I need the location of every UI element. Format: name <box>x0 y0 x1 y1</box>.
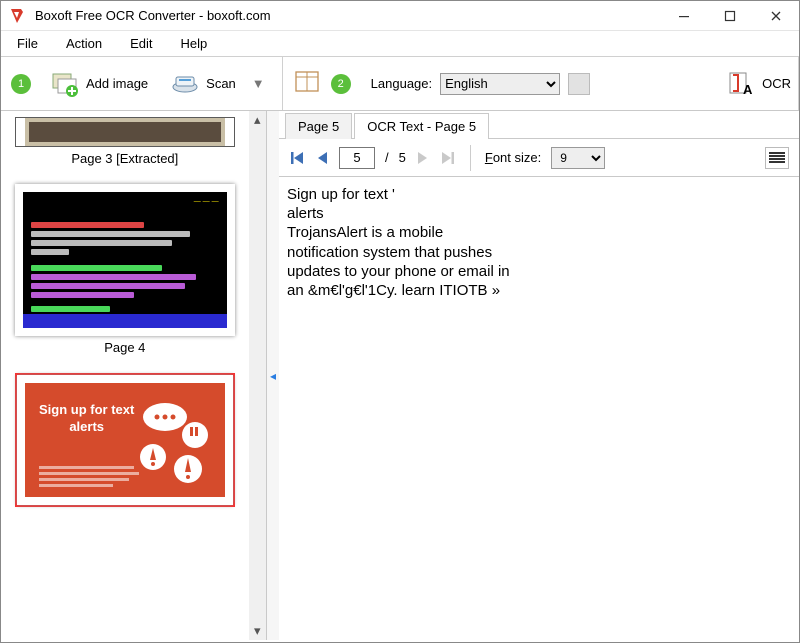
scroll-down-icon[interactable]: ▾ <box>249 622 266 640</box>
ocr-button[interactable]: A OCR <box>719 65 798 103</box>
first-page-button[interactable] <box>289 150 305 166</box>
ocr-icon: A <box>726 69 756 99</box>
tab-page[interactable]: Page 5 <box>285 113 352 139</box>
maximize-button[interactable] <box>707 1 753 31</box>
window-titlebar: Boxoft Free OCR Converter - boxoft.com <box>1 1 799 31</box>
language-options-button[interactable] <box>568 73 590 95</box>
toolbar-group-lang: 2 Language: English A OCR <box>283 57 799 110</box>
language-select[interactable]: English <box>440 73 560 95</box>
step1-badge: 1 <box>11 74 31 94</box>
ocr-label: OCR <box>762 76 791 91</box>
thumbnail-panel: Page 3 [Extracted] — — — <box>1 111 267 640</box>
window-title: Boxoft Free OCR Converter - boxoft.com <box>35 8 661 23</box>
tab-ocr-text[interactable]: OCR Text - Page 5 <box>354 113 489 139</box>
minimize-button[interactable] <box>661 1 707 31</box>
content-tabs: Page 5 OCR Text - Page 5 <box>279 111 799 139</box>
scan-dropdown-icon[interactable]: ▼ <box>252 76 265 91</box>
panel-collapse-handle[interactable]: ◂ <box>267 111 279 640</box>
speech-bubbles-icon <box>133 397 213 490</box>
last-page-button[interactable] <box>440 150 456 166</box>
menu-bar: File Action Edit Help <box>1 31 799 57</box>
thumbnail-page-3[interactable]: Page 3 [Extracted] <box>1 111 249 178</box>
app-icon <box>7 6 27 26</box>
layout-icon[interactable] <box>293 68 323 99</box>
collapse-left-icon: ◂ <box>270 369 276 383</box>
menu-edit[interactable]: Edit <box>122 34 160 53</box>
font-size-select[interactable]: 9 <box>551 147 605 169</box>
thumbnail-page-5[interactable]: Sign up for textalerts <box>1 367 249 509</box>
scanner-icon <box>170 69 200 99</box>
add-image-button[interactable]: Add image <box>43 65 155 103</box>
page3-thumb-image <box>25 118 225 146</box>
toolbar: 1 Add image Scan ▼ 2 Language: English <box>1 57 799 111</box>
page3-caption: Page 3 [Extracted] <box>15 147 235 176</box>
prev-page-button[interactable] <box>315 150 329 166</box>
page5-thumb-image: Sign up for textalerts <box>17 375 233 505</box>
align-button[interactable] <box>765 147 789 169</box>
page-total: 5 <box>399 150 406 165</box>
menu-help[interactable]: Help <box>173 34 216 53</box>
pager-bar: / 5 Font size: 9 <box>279 139 799 177</box>
svg-text:A: A <box>743 82 753 97</box>
step2-badge: 2 <box>331 74 351 94</box>
add-image-label: Add image <box>86 76 148 91</box>
toolbar-group-input: 1 Add image Scan ▼ <box>1 57 283 110</box>
next-page-button[interactable] <box>416 150 430 166</box>
scan-button[interactable]: Scan ▼ <box>163 65 272 103</box>
thumbnail-scrollbar[interactable]: ▴ ▾ <box>249 111 266 640</box>
add-image-icon <box>50 69 80 99</box>
scroll-up-icon[interactable]: ▴ <box>249 111 266 129</box>
language-label: Language: <box>371 76 432 91</box>
menu-file[interactable]: File <box>9 34 46 53</box>
page-number-input[interactable] <box>339 147 375 169</box>
scan-label: Scan <box>206 76 236 91</box>
ocr-text-area[interactable]: Sign up for text ' alerts TrojansAlert i… <box>279 177 799 640</box>
page4-thumb-image: — — — <box>15 184 235 336</box>
font-size-label: Font size: <box>485 150 541 165</box>
ocr-text-area-wrap: Sign up for text ' alerts TrojansAlert i… <box>279 177 799 640</box>
page4-caption: Page 4 <box>15 336 235 365</box>
content-panel: Page 5 OCR Text - Page 5 / 5 Font size: … <box>279 111 799 640</box>
close-button[interactable] <box>753 1 799 31</box>
page-sep: / <box>385 150 389 165</box>
thumbnail-page-4[interactable]: — — — <box>1 178 249 367</box>
menu-action[interactable]: Action <box>58 34 110 53</box>
main-split: Page 3 [Extracted] — — — <box>1 111 799 640</box>
